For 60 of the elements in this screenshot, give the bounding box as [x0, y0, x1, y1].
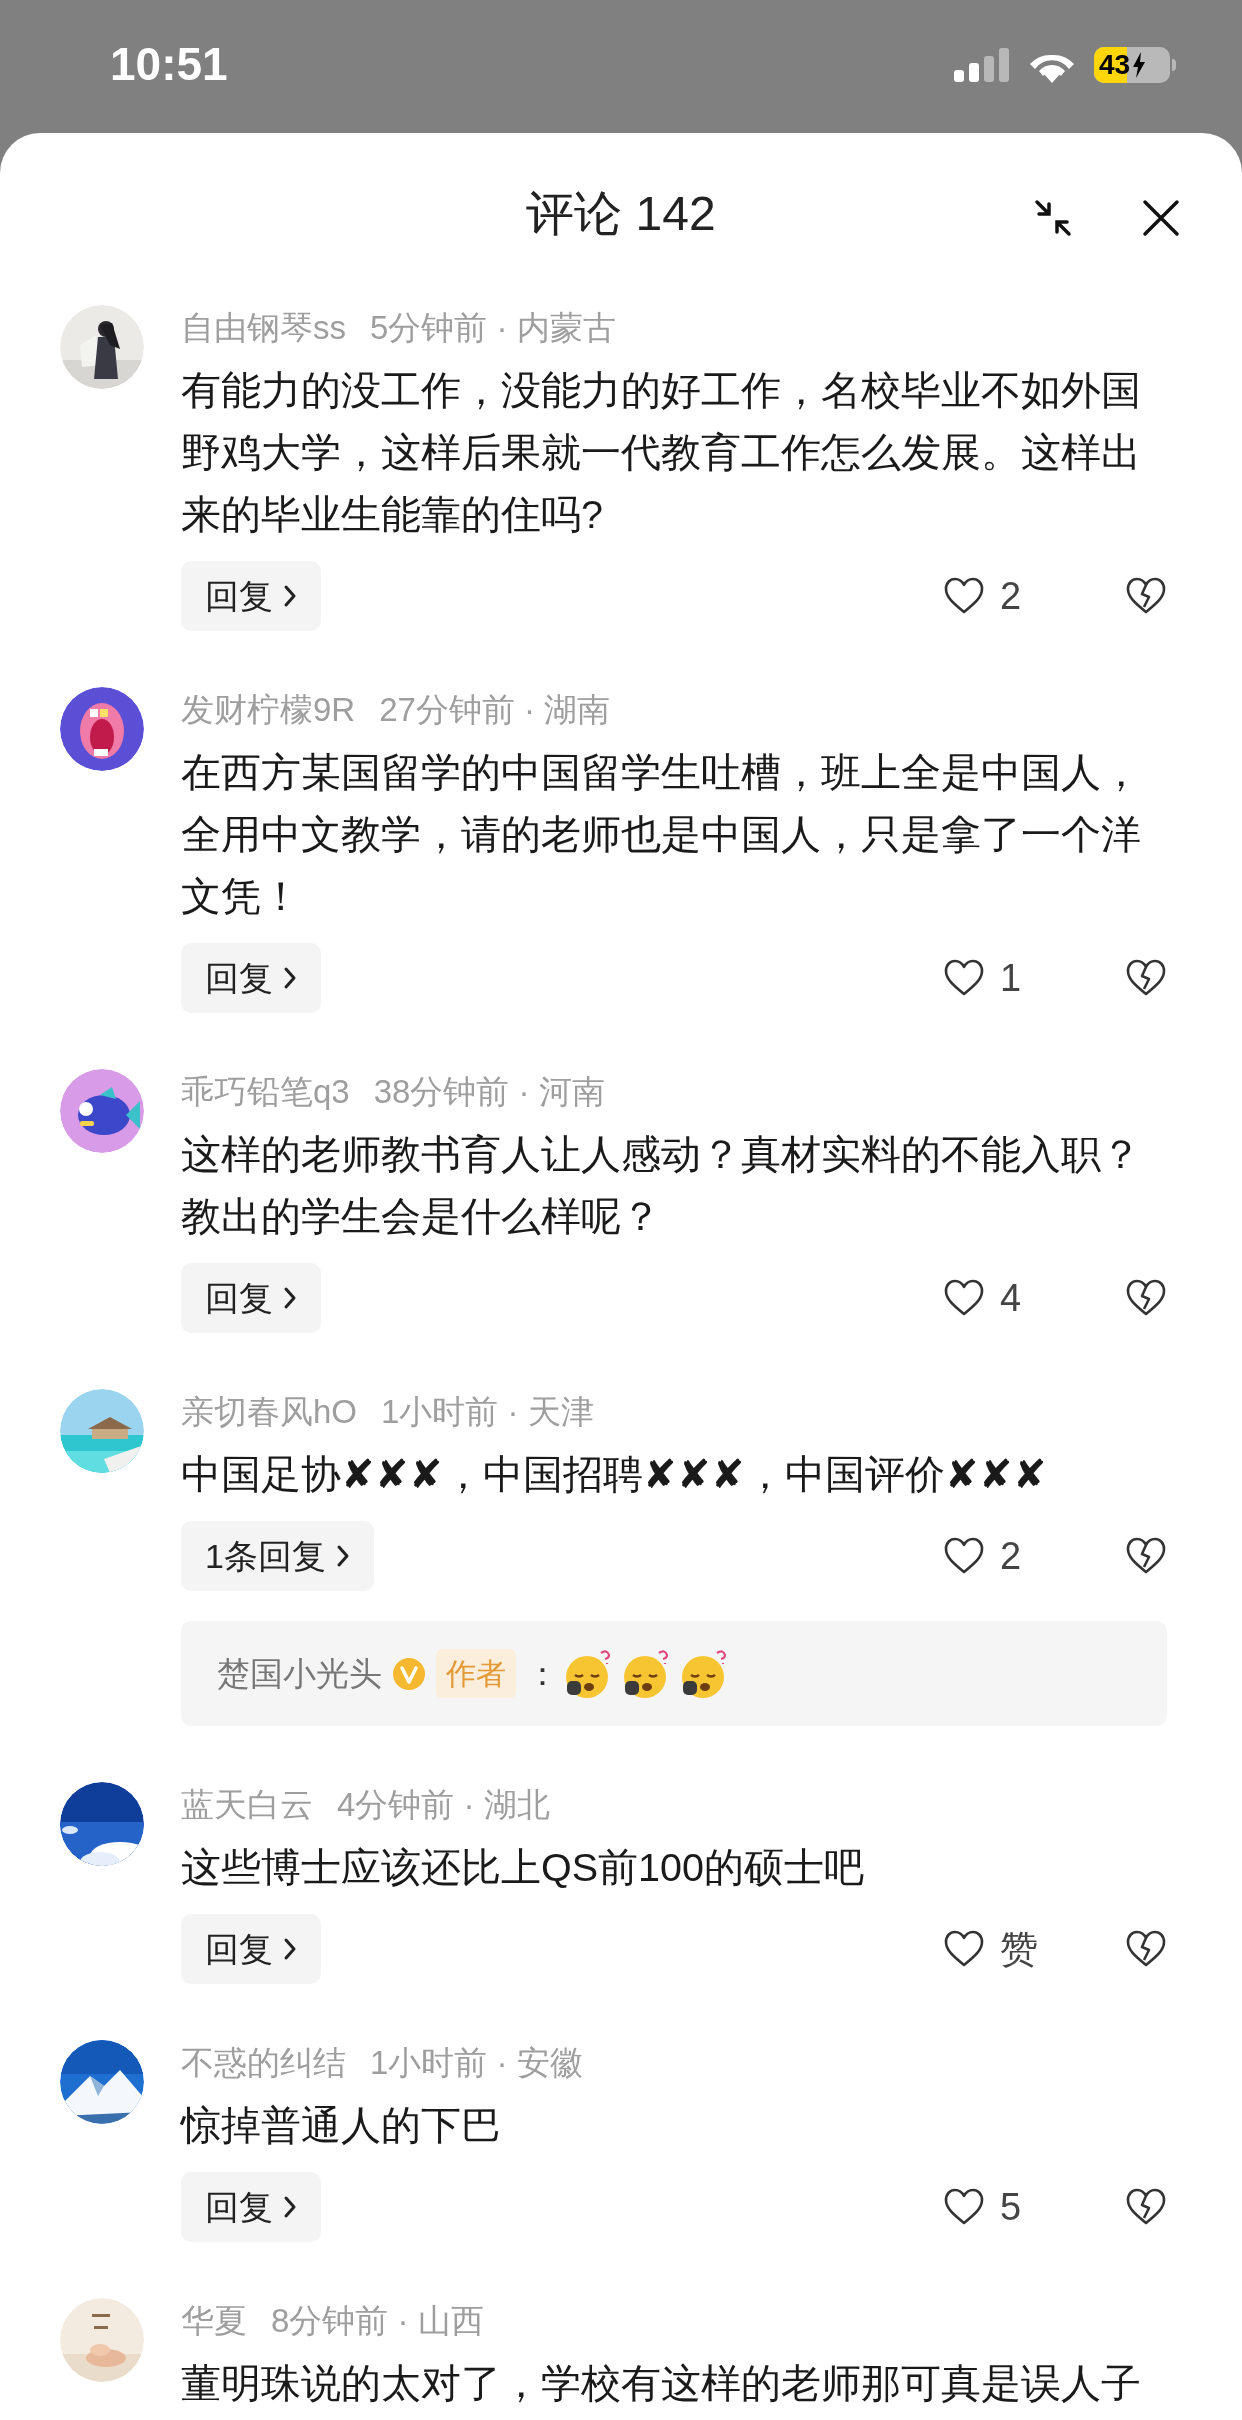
- user-name[interactable]: 华夏: [181, 2296, 247, 2346]
- reply-button[interactable]: 回复: [181, 1263, 321, 1333]
- like-count: 1: [1000, 955, 1022, 1001]
- chevron-icon: [283, 2195, 297, 2219]
- broken-heart-icon[interactable]: [1125, 1930, 1167, 1968]
- heart-icon[interactable]: [943, 1930, 985, 1968]
- signal-icon: [954, 47, 1010, 82]
- author-tag: 作者: [436, 1649, 516, 1698]
- broken-heart-icon[interactable]: [1125, 577, 1167, 615]
- heart-icon[interactable]: [943, 2188, 985, 2226]
- chevron-icon: [335, 1544, 350, 1568]
- comment-text: 中国足协✘✘✘，中国招聘✘✘✘，中国评价✘✘✘: [181, 1451, 1048, 1498]
- user-name[interactable]: 楚国小光头: [217, 1648, 382, 1699]
- like-count: 2: [1000, 573, 1022, 619]
- comment-text: 惊掉普通人的下巴: [181, 2102, 502, 2149]
- comment-meta: 8分钟前 · 山西: [271, 2301, 484, 2342]
- reply-preview[interactable]: 楚国小光头 作者 ：: [181, 1621, 1167, 1726]
- user-name[interactable]: 亲切春风hO: [181, 1387, 358, 1437]
- chevron-icon: [283, 584, 297, 608]
- comment-text: 董明珠说的太对了，学校有这样的老师那可真是误人子: [181, 2360, 1142, 2407]
- comment-meta: 38分钟前 · 河南: [373, 1072, 605, 1113]
- reply-button[interactable]: 回复: [181, 561, 321, 631]
- comment-text: 有能力的没工作，没能力的好工作，名校毕业不如外国野鸡大学，这样后果就一代教育工作怎么发展。这样出来的毕业生能靠的住吗?: [181, 367, 1142, 538]
- comment-text: 这样的老师教书育人让人感动？真材实料的不能入职？教出的学生会是什么样呢？: [181, 1131, 1142, 1240]
- like-count: 4: [1000, 1275, 1022, 1321]
- comment-meta: 1小时前 · 天津: [381, 1392, 594, 1433]
- like-count: 5: [1000, 2184, 1022, 2230]
- comment-meta: 5分钟前 · 内蒙古: [370, 308, 616, 349]
- comment-text: 这些博士应该还比上QS前100的硕士吧: [181, 1844, 865, 1891]
- user-name[interactable]: 自由钢琴ss: [181, 303, 346, 353]
- chevron-icon: [283, 1286, 297, 1310]
- like-count: 赞: [1000, 1926, 1038, 1972]
- status-time: 10:51: [110, 37, 228, 92]
- heart-icon[interactable]: [943, 577, 985, 615]
- broken-heart-icon[interactable]: [1125, 2188, 1167, 2226]
- heart-icon[interactable]: [943, 959, 985, 997]
- user-name[interactable]: 蓝天白云: [181, 1780, 313, 1830]
- chevron-icon: [283, 1937, 297, 1961]
- heart-icon[interactable]: [943, 1537, 985, 1575]
- collapse-icon[interactable]: [1033, 198, 1073, 238]
- comment-meta: 1小时前 · 安徽: [370, 2043, 583, 2084]
- comment-meta: 27分钟前 · 湖南: [379, 690, 611, 731]
- chevron-icon: [283, 966, 297, 990]
- sheet-title: 评论 142: [526, 186, 716, 242]
- comment-text: 在西方某国留学的中国留学生吐槽，班上全是中国人，全用中文教学，请的老师也是中国人，只是拿了一个洋文凭！: [181, 749, 1142, 920]
- separator: ：: [526, 1653, 559, 1694]
- user-name[interactable]: 乖巧铅笔q3: [181, 1067, 350, 1117]
- comment-meta: 4分钟前 · 湖北: [337, 1785, 550, 1826]
- reply-button[interactable]: 回复: [181, 1914, 321, 1984]
- reply-button[interactable]: 1条回复: [181, 1521, 374, 1591]
- user-name[interactable]: 不惑的纠结: [181, 2038, 346, 2088]
- heart-icon[interactable]: [943, 1279, 985, 1317]
- broken-heart-icon[interactable]: [1125, 959, 1167, 997]
- reply-button[interactable]: 回复: [181, 2172, 321, 2242]
- reply-button[interactable]: 回复: [181, 943, 321, 1013]
- broken-heart-icon[interactable]: [1125, 1537, 1167, 1575]
- user-name[interactable]: 发财柠檬9R: [181, 685, 356, 735]
- close-icon[interactable]: [1142, 199, 1180, 237]
- broken-heart-icon[interactable]: [1125, 1279, 1167, 1317]
- like-count: 2: [1000, 1533, 1022, 1579]
